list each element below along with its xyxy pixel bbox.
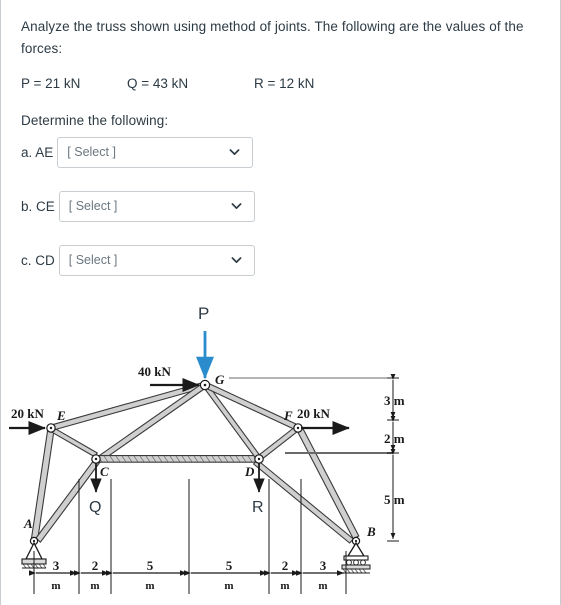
hdim-4-num: 5 <box>226 558 233 573</box>
select-ae[interactable]: [ Select ] <box>57 136 254 168</box>
truss-figure: A E C G D F B P 40 kN 20 kN 20 kN Q R 3 … <box>1 296 561 605</box>
load-R-label: R <box>252 499 264 516</box>
load-P: P <box>196 304 214 380</box>
given-forces-row: P = 21 kN Q = 43 kN R = 12 kN <box>21 74 531 94</box>
vdim-3m: 3 m <box>384 393 405 408</box>
load-20kN-left: 20 kN <box>9 406 46 436</box>
chevron-down-icon <box>231 255 242 266</box>
hdim-5-unit: m <box>280 580 289 592</box>
select-ce-value: [ Select ] <box>68 199 118 213</box>
select-cd[interactable]: [ Select ] <box>58 244 255 276</box>
select-cd-value: [ Select ] <box>68 253 118 267</box>
hdim-3-unit: m <box>145 580 154 592</box>
select-ce[interactable]: [ Select ] <box>58 190 255 222</box>
load-20kN-right-label: 20 kN <box>297 406 330 421</box>
hdim-1-num: 3 <box>53 558 60 573</box>
hdim-1-unit: m <box>51 580 60 592</box>
load-Q-label: Q <box>89 499 101 516</box>
hdim-6-unit: m <box>318 580 327 592</box>
given-force-P: P = 21 kN <box>21 76 81 91</box>
question-text-block: Analyze the truss shown using method of … <box>21 16 531 148</box>
answer-row-ce: b. CE [ Select ] <box>21 190 255 222</box>
given-force-Q: Q = 43 kN <box>127 76 189 91</box>
answer-row-ae: a. AE [ Select ] <box>21 136 254 168</box>
hdim-4-unit: m <box>224 580 233 592</box>
joint-label-F: F <box>283 408 293 423</box>
select-ae-value: [ Select ] <box>67 145 116 159</box>
load-40kN: 40 kN <box>138 364 200 393</box>
joint-label-G: G <box>215 372 225 387</box>
answer-label-cd: c. CD <box>21 252 55 268</box>
vdim-2m: 2 m <box>384 431 405 446</box>
hdim-3-num: 5 <box>147 558 154 573</box>
given-force-R: R = 12 kN <box>254 76 315 91</box>
chevron-down-icon <box>229 147 240 158</box>
joint-label-B: B <box>366 524 376 539</box>
joint-label-C: C <box>100 464 109 479</box>
chevron-down-icon <box>231 201 242 212</box>
determine-label: Determine the following: <box>21 113 169 128</box>
hdim-6-num: 3 <box>320 558 327 573</box>
joint-label-A: A <box>23 516 33 531</box>
question-prompt: Analyze the truss shown using method of … <box>21 16 531 60</box>
question-panel: Analyze the truss shown using method of … <box>0 0 561 605</box>
question-prompt-line1: Analyze the truss shown using method of … <box>21 19 501 34</box>
hdim-2-unit: m <box>90 580 99 592</box>
joint-label-D: D <box>244 464 255 479</box>
load-P-label: P <box>198 304 209 323</box>
load-20kN-right: 20 kN <box>297 406 350 436</box>
joint-label-E: E <box>56 408 66 423</box>
hdim-5-num: 2 <box>282 558 289 573</box>
vdim-5m: 5 m <box>384 492 405 507</box>
answer-label-ce: b. CE <box>21 198 55 214</box>
answer-label-ae: a. AE <box>21 144 54 160</box>
load-20kN-left-label: 20 kN <box>11 406 44 421</box>
load-40kN-label: 40 kN <box>138 364 171 379</box>
answer-row-cd: c. CD [ Select ] <box>21 244 255 276</box>
hdim-2-num: 2 <box>92 558 99 573</box>
